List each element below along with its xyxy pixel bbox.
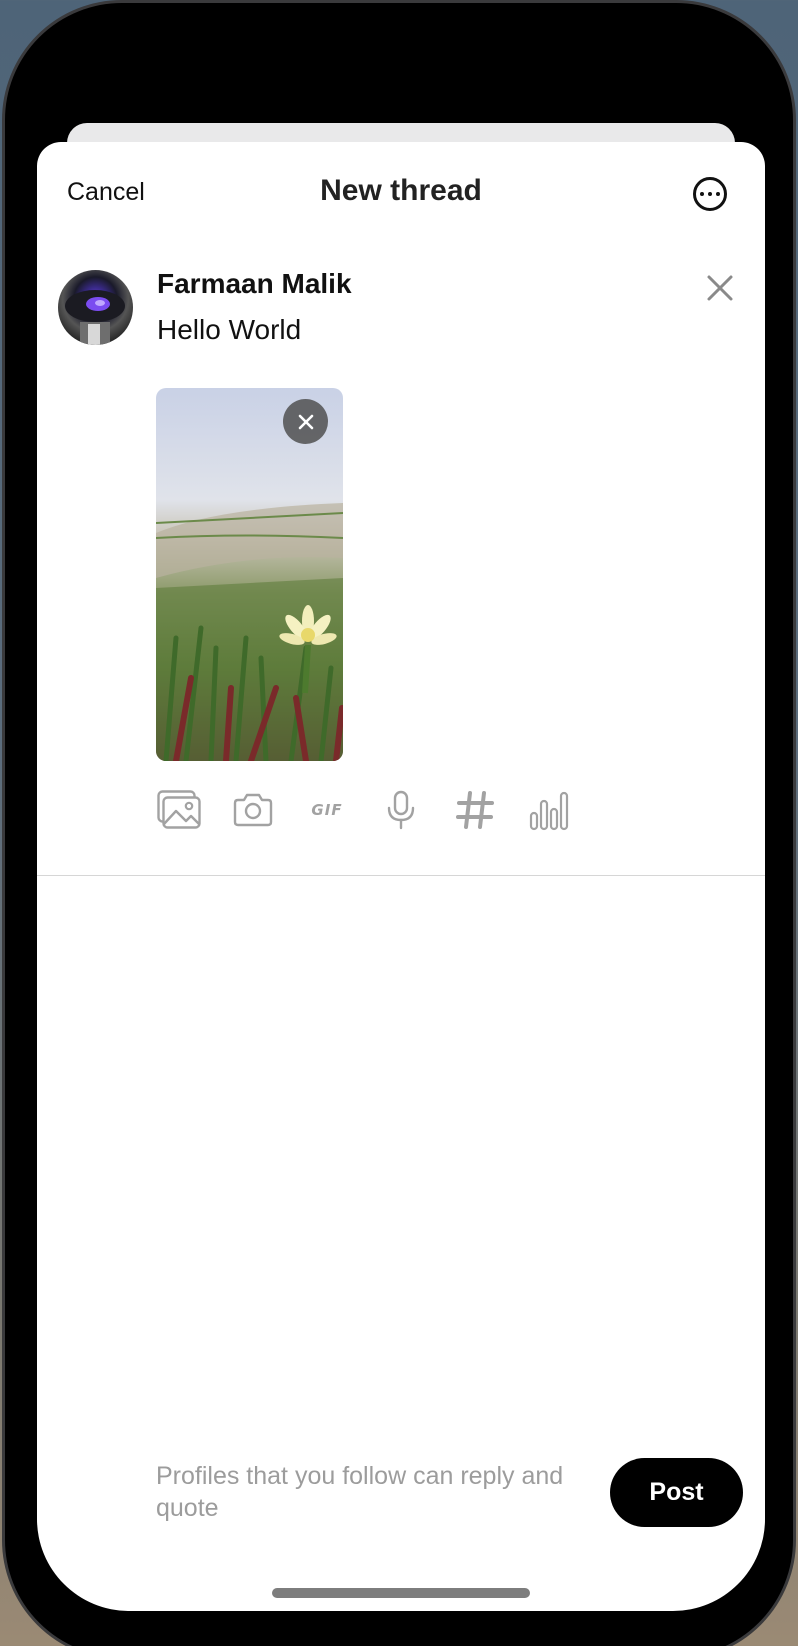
more-options-icon[interactable] [693,177,727,211]
attachment-toolbar: GIF [156,785,572,835]
hashtag-icon[interactable] [452,787,498,833]
remove-post-close-icon[interactable] [704,272,736,304]
poll-icon[interactable] [526,787,572,833]
microphone-icon[interactable] [378,787,424,833]
gif-icon[interactable]: GIF [304,787,350,833]
post-text-input[interactable]: Hello World [157,314,301,346]
post-button[interactable]: Post [610,1458,743,1527]
image-gallery-icon[interactable] [156,787,202,833]
user-name: Farmaan Malik [157,268,352,299]
camera-icon[interactable] [230,787,276,833]
attached-photo[interactable] [156,388,343,761]
reply-setting-button[interactable]: Profiles that you follow can reply and q… [156,1460,576,1524]
remove-photo-close-icon[interactable] [283,399,328,444]
page-title: New thread [320,174,482,207]
gif-label: GIF [311,801,343,819]
new-thread-sheet: Cancel New thread Farmaan Malik Hello Wo… [37,142,765,1611]
divider [37,875,765,876]
avatar [58,270,133,345]
home-indicator[interactable] [272,1588,530,1598]
